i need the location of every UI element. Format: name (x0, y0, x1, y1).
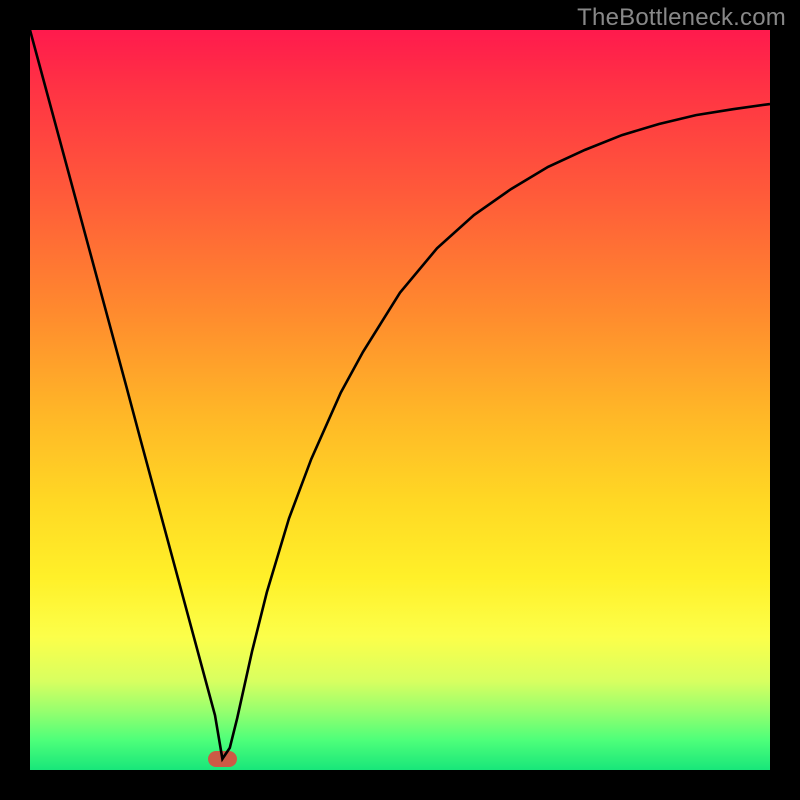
bottleneck-curve (30, 30, 770, 759)
chart-frame: TheBottleneck.com (0, 0, 800, 800)
plot-area (30, 30, 770, 770)
curve-svg (30, 30, 770, 770)
watermark-label: TheBottleneck.com (577, 4, 786, 32)
